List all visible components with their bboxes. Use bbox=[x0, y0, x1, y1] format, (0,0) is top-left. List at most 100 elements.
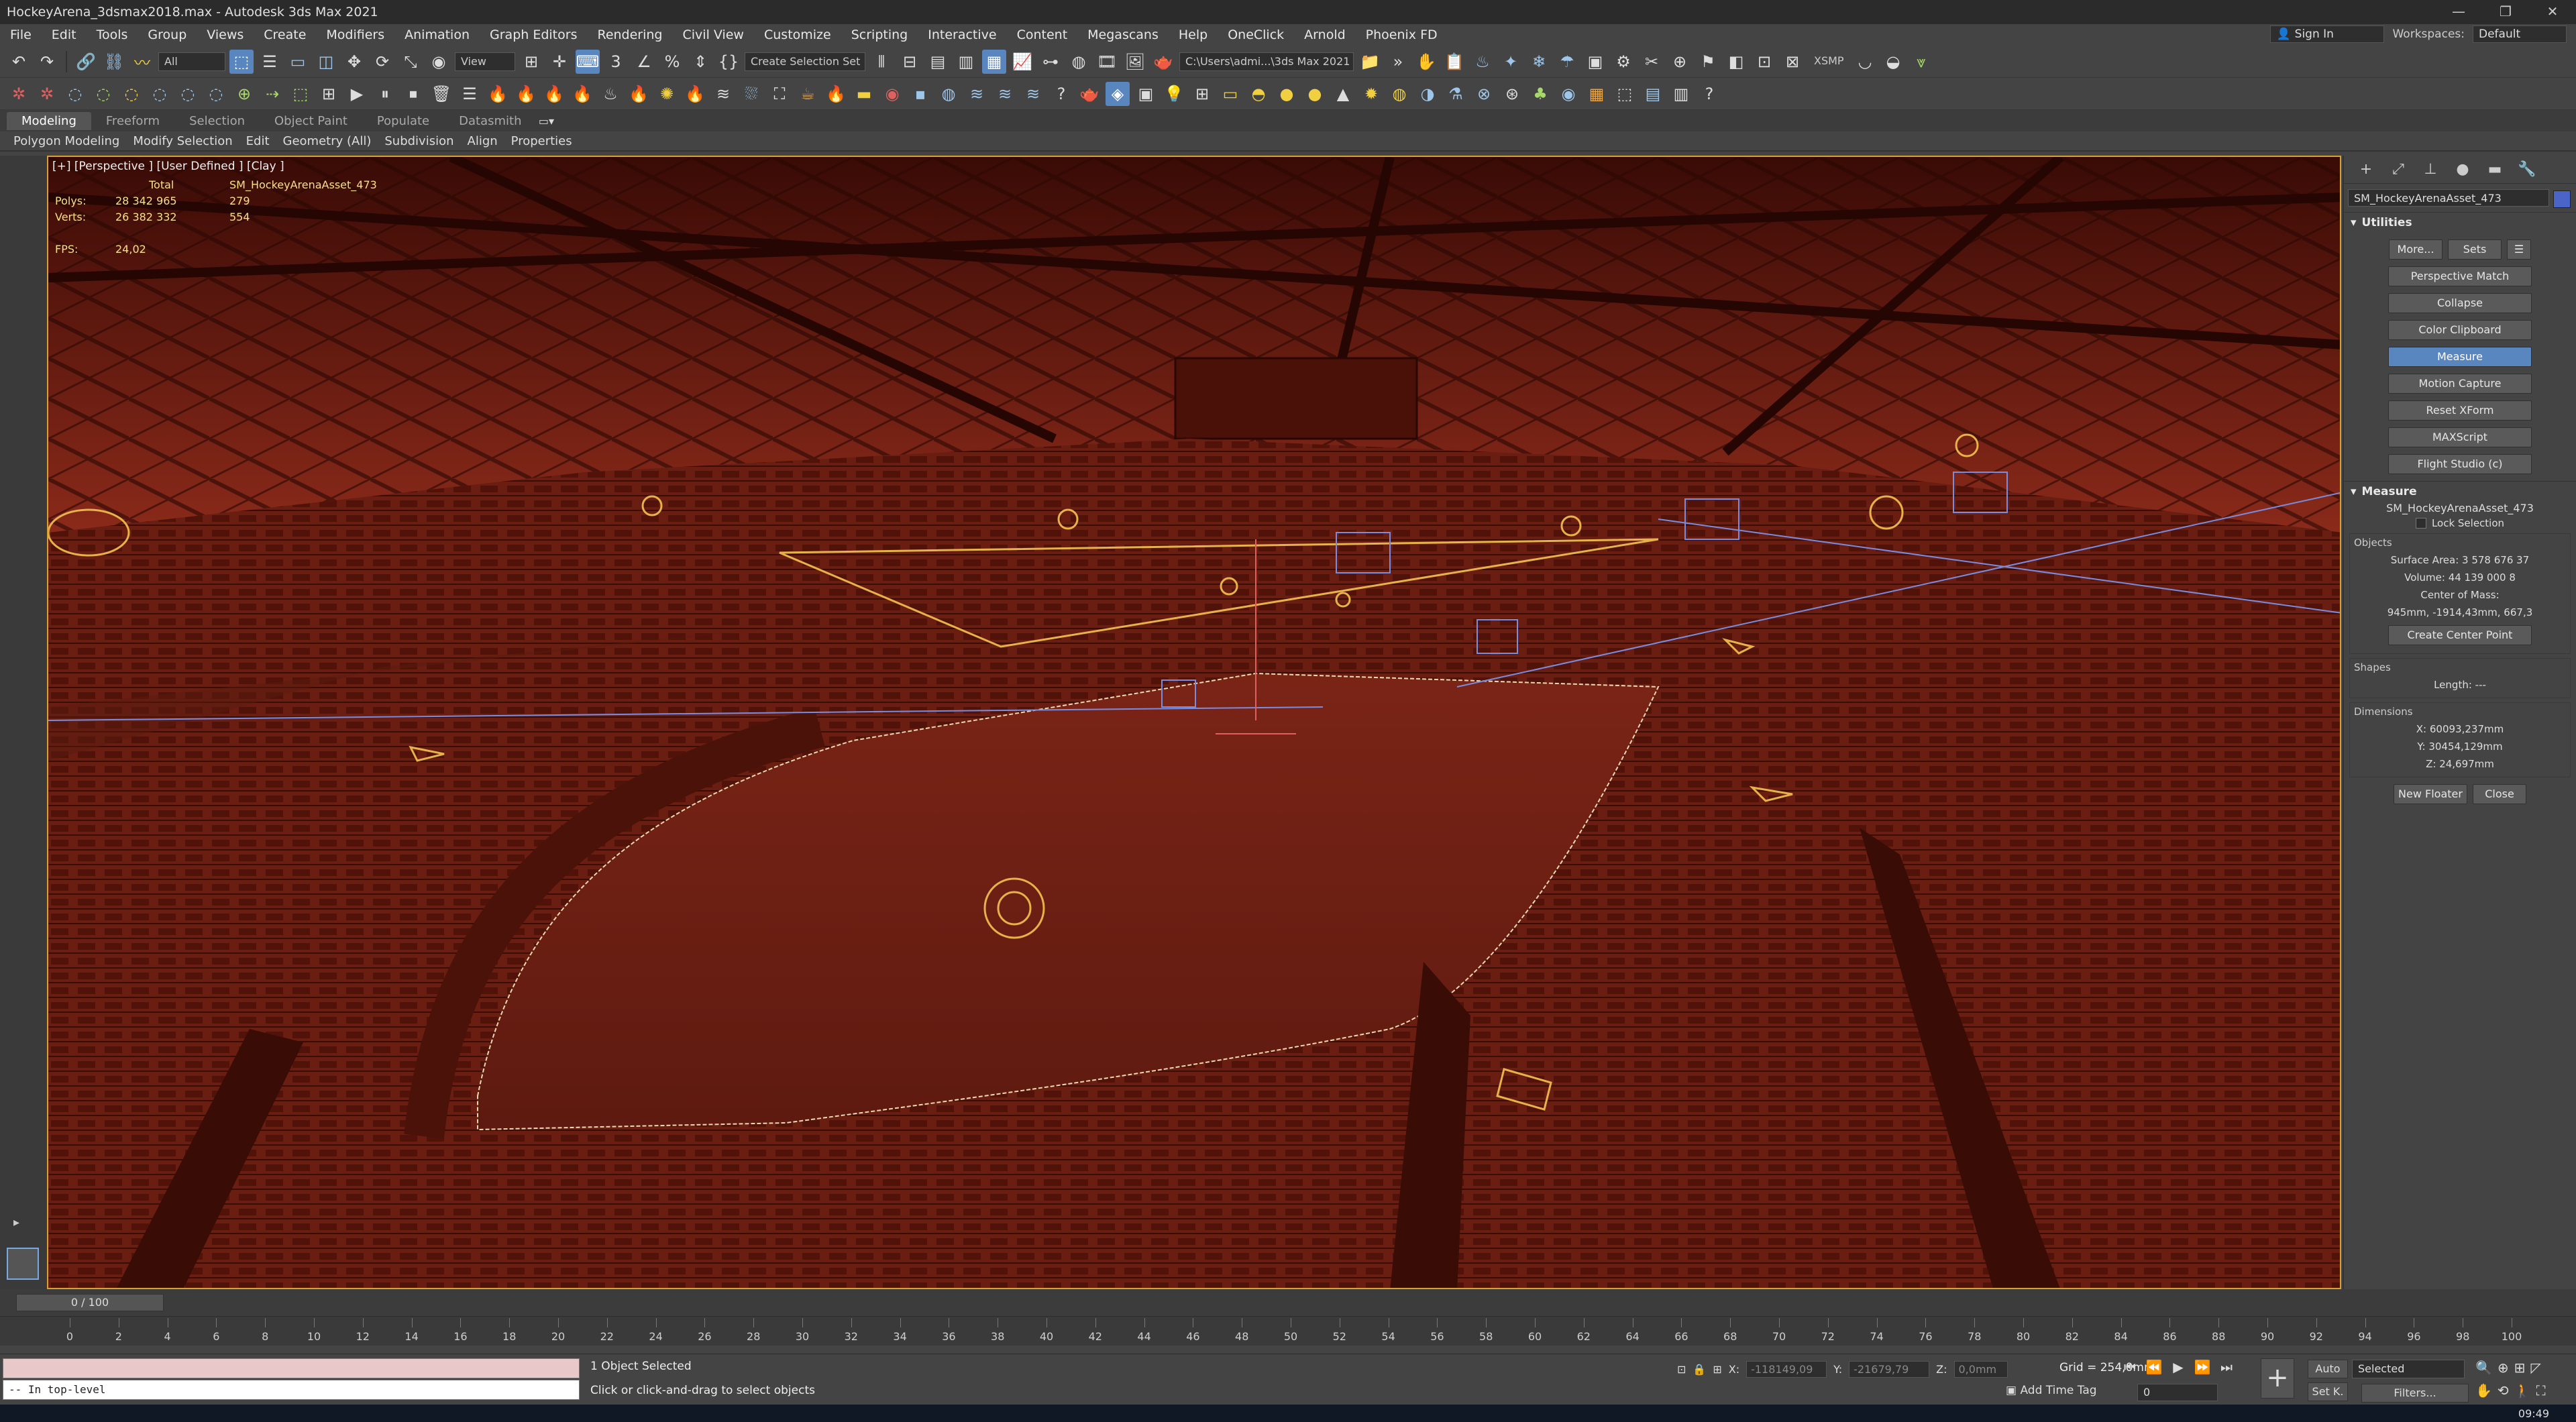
set-key-icon[interactable]: + bbox=[2261, 1358, 2294, 1399]
phoenix-tool-15-icon[interactable]: ≋ bbox=[993, 82, 1017, 106]
project-folder-icon[interactable]: 📁 bbox=[1358, 50, 1382, 74]
measure-button[interactable]: Measure bbox=[2388, 347, 2532, 367]
play-icon[interactable]: ▶ bbox=[345, 82, 369, 106]
plugin-tool-11-icon[interactable]: ⊡ bbox=[1752, 50, 1776, 74]
display-tab-icon[interactable]: ▬ bbox=[2485, 160, 2505, 180]
vray-tool-4-icon[interactable]: ◓ bbox=[1246, 82, 1271, 106]
phoenix-tool-14-icon[interactable]: ≋ bbox=[965, 82, 989, 106]
window-crossing-icon[interactable]: ◫ bbox=[314, 50, 338, 74]
add-time-tag[interactable]: ▣ Add Time Tag bbox=[2006, 1384, 2097, 1397]
select-object-icon[interactable]: ⬚ bbox=[229, 49, 254, 74]
phoenix-tool-4-icon[interactable]: 🔥 bbox=[683, 82, 707, 106]
panel-geometry-all[interactable]: Geometry (All) bbox=[276, 134, 378, 148]
workspace-dropdown[interactable]: Default bbox=[2473, 25, 2567, 43]
vray-tool-2-icon[interactable]: ⊞ bbox=[1190, 82, 1214, 106]
plugin-tool-3-icon[interactable]: ❄ bbox=[1527, 50, 1551, 74]
menu-megascans[interactable]: Megascans bbox=[1077, 28, 1169, 42]
plugin-tool-4-icon[interactable]: ☂ bbox=[1555, 50, 1579, 74]
select-manipulate-icon[interactable]: ✛ bbox=[547, 50, 572, 74]
vray-tool-14-icon[interactable]: ▦ bbox=[1585, 82, 1609, 106]
spinner-snap-icon[interactable]: ⇕ bbox=[688, 50, 712, 74]
xsmp-tool-1-icon[interactable]: ◡ bbox=[1853, 50, 1877, 74]
maxscript-button[interactable]: MAXScript bbox=[2388, 427, 2532, 447]
object-name-field[interactable]: SM_HockeyArenaAsset_473 bbox=[2348, 189, 2549, 207]
menu-views[interactable]: Views bbox=[197, 28, 254, 42]
vray-tool-8-icon[interactable]: ◍ bbox=[1387, 82, 1411, 106]
next-frame-icon[interactable]: ⏩ bbox=[2192, 1357, 2212, 1377]
schematic-view-icon[interactable]: ⊶ bbox=[1038, 50, 1063, 74]
vray-fur-icon[interactable]: ♣ bbox=[1528, 82, 1552, 106]
fire-tool-3-icon[interactable]: 🔥 bbox=[542, 82, 566, 106]
go-to-end-icon[interactable]: ⏭ bbox=[2216, 1357, 2237, 1377]
project-path-dropdown[interactable]: C:\Users\admi...\3ds Max 2021 bbox=[1179, 52, 1354, 71]
fire-tool-2-icon[interactable]: 🔥 bbox=[514, 82, 538, 106]
panel-subdivision[interactable]: Subdivision bbox=[378, 134, 460, 148]
previous-frame-icon[interactable]: ⏪ bbox=[2144, 1357, 2164, 1377]
modify-tab-icon[interactable]: ⤢ bbox=[2388, 160, 2408, 180]
close-window-button[interactable]: ✕ bbox=[2529, 0, 2576, 24]
vray-tool-15-icon[interactable]: ⬚ bbox=[1613, 82, 1637, 106]
expand-layout-icon[interactable]: ▸ bbox=[13, 1215, 19, 1229]
menu-create[interactable]: Create bbox=[254, 28, 316, 42]
tab-modeling[interactable]: Modeling bbox=[7, 111, 91, 130]
configure-sets-icon[interactable]: ☰ bbox=[2507, 239, 2531, 260]
toggle-scene-explorer-icon[interactable]: ▤ bbox=[926, 50, 950, 74]
sign-in-dropdown[interactable]: 👤 Sign In bbox=[2270, 25, 2385, 43]
redo-icon[interactable]: ↷ bbox=[35, 50, 59, 74]
vray-tool-17-icon[interactable]: ▥ bbox=[1669, 82, 1693, 106]
x-coordinate-field[interactable]: -118149,09 bbox=[1746, 1361, 1827, 1378]
fire-tool-1-icon[interactable]: 🔥 bbox=[486, 82, 510, 106]
menu-modifiers[interactable]: Modifiers bbox=[316, 28, 394, 42]
rendered-frame-window-icon[interactable]: 🖼 bbox=[1123, 50, 1147, 74]
restore-button[interactable]: ❐ bbox=[2482, 0, 2529, 24]
extra-tool-3-icon[interactable]: ◌ bbox=[63, 82, 87, 106]
viewport-label[interactable]: [+] [Perspective ] [User Defined ] [Clay… bbox=[52, 160, 284, 173]
vray-tool-1-icon[interactable]: ▣ bbox=[1134, 82, 1158, 106]
phoenix-tool-8-icon[interactable]: ☕ bbox=[796, 82, 820, 106]
menu-phoenix-fd[interactable]: Phoenix FD bbox=[1356, 28, 1448, 42]
phoenix-tool-9-icon[interactable]: 🔥 bbox=[824, 82, 848, 106]
extra-tool-11-icon[interactable]: ⬚ bbox=[288, 82, 313, 106]
material-editor-icon[interactable]: ◍ bbox=[1067, 50, 1091, 74]
go-to-start-icon[interactable]: ⏮ bbox=[2120, 1357, 2140, 1377]
measure-rollout-header[interactable]: ▾ Measure bbox=[2344, 482, 2576, 502]
auto-key-button[interactable]: Auto bbox=[2308, 1360, 2348, 1378]
vray-tool-3-icon[interactable]: ▭ bbox=[1218, 82, 1242, 106]
angle-snap-icon[interactable]: ∠ bbox=[632, 50, 656, 74]
utilities-rollout-header[interactable]: ▾ Utilities bbox=[2344, 213, 2576, 233]
menu-graph-editors[interactable]: Graph Editors bbox=[480, 28, 587, 42]
delete-icon[interactable]: 🗑 bbox=[429, 82, 453, 106]
phoenix-tool-5-icon[interactable]: ≋ bbox=[711, 82, 735, 106]
snaps-toggle-icon[interactable]: 3 bbox=[604, 50, 628, 74]
phoenix-tool-12-icon[interactable]: ▪ bbox=[908, 82, 932, 106]
vray-light-icon[interactable]: 💡 bbox=[1162, 82, 1186, 106]
track-bar[interactable]: 0 2 4 6 8 10 12 14 16 18 20 22 24 26 28 30 32 34 36 38 40 42 4… bbox=[0, 1316, 2576, 1346]
y-coordinate-field[interactable]: -21679,79 bbox=[1849, 1361, 1930, 1378]
tab-datasmith[interactable]: Datasmith bbox=[444, 112, 536, 130]
extra-tool-12-icon[interactable]: ⊞ bbox=[317, 82, 341, 106]
motion-tab-icon[interactable]: ● bbox=[2453, 160, 2473, 180]
render-production-icon[interactable]: 🫖 bbox=[1151, 50, 1175, 74]
phoenix-tool-10-icon[interactable]: ▬ bbox=[852, 82, 876, 106]
link-icon[interactable]: 🔗 bbox=[74, 50, 98, 74]
menu-scripting[interactable]: Scripting bbox=[841, 28, 918, 42]
teapot-icon[interactable]: 🫖 bbox=[1077, 82, 1102, 106]
field-of-view-icon[interactable]: ◸ bbox=[2530, 1360, 2540, 1376]
vray-tool-18-icon[interactable]: ? bbox=[1697, 82, 1721, 106]
pivot-center-icon[interactable]: ⊞ bbox=[519, 50, 543, 74]
extra-tool-9-icon[interactable]: ⊕ bbox=[232, 82, 256, 106]
menu-customize[interactable]: Customize bbox=[754, 28, 841, 42]
panel-polygon-modeling[interactable]: Polygon Modeling bbox=[7, 134, 126, 148]
vray-tool-10-icon[interactable]: ⚗ bbox=[1444, 82, 1468, 106]
named-selection-dropdown[interactable]: Create Selection Set bbox=[745, 52, 865, 71]
collapse-button[interactable]: Collapse bbox=[2388, 293, 2532, 313]
viewport-layout-thumbnail[interactable] bbox=[7, 1248, 39, 1280]
vray-frame-icon[interactable]: ◈ bbox=[1106, 81, 1130, 106]
close-button[interactable]: Close bbox=[2473, 784, 2526, 804]
list-icon[interactable]: ☰ bbox=[458, 82, 482, 106]
selection-filter-dropdown[interactable]: All bbox=[158, 52, 225, 71]
plugin-icon[interactable]: ✋ bbox=[1414, 50, 1438, 74]
pause-icon[interactable]: ⏸ bbox=[373, 82, 397, 106]
help-icon[interactable]: ? bbox=[1049, 82, 1073, 106]
unlink-icon[interactable]: ⛓ bbox=[102, 50, 126, 74]
